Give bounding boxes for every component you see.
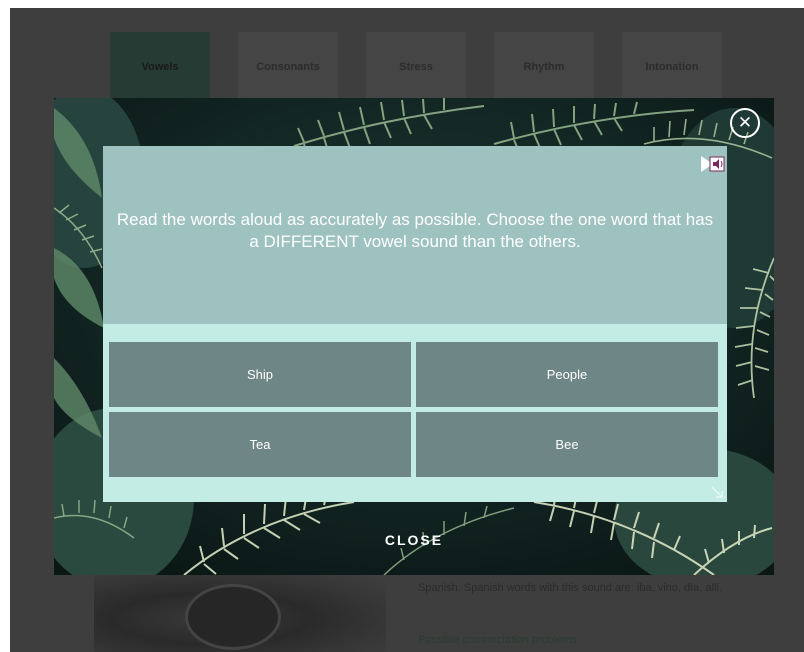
close-button[interactable]: CLOSE	[54, 532, 774, 548]
answer-button-tea[interactable]: Tea	[109, 412, 411, 477]
tab-intonation: Intonation	[622, 32, 722, 102]
tab-stress: Stress	[366, 32, 466, 102]
question-panel: Read the words aloud as accurately as po…	[103, 146, 727, 324]
expand-icon[interactable]	[711, 486, 723, 498]
answer-button-people[interactable]: People	[416, 342, 718, 407]
tab-consonants: Consonants	[238, 32, 338, 102]
tab-rhythm: Rhythm	[494, 32, 594, 102]
answer-button-bee[interactable]: Bee	[416, 412, 718, 477]
tab-vowels: Vowels	[110, 32, 210, 102]
background-link: Possible pronunciation problems	[418, 634, 577, 646]
speaker-icon[interactable]	[701, 156, 725, 172]
quiz-card: Read the words aloud as accurately as po…	[103, 146, 727, 502]
close-icon[interactable]: ✕	[730, 108, 760, 138]
coffee-cup-image	[185, 584, 281, 650]
answer-button-ship[interactable]: Ship	[109, 342, 411, 407]
background-tab-bar: Vowels Consonants Stress Rhythm Intonati…	[110, 32, 730, 102]
question-text: Read the words aloud as accurately as po…	[116, 210, 714, 251]
quiz-modal: ✕ Read the words aloud as accurately as …	[54, 98, 774, 575]
background-body-text: Spanish. Spanish words with this sound a…	[418, 582, 723, 594]
